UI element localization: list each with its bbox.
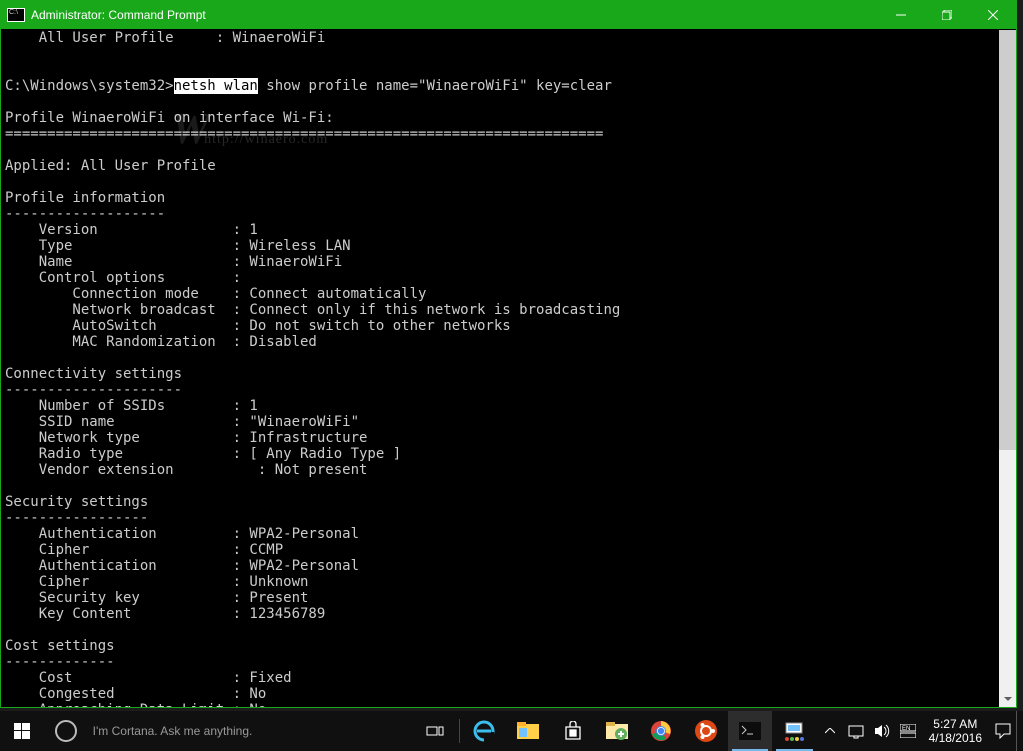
window-title: Administrator: Command Prompt (31, 8, 878, 22)
show-desktop-button[interactable] (1016, 711, 1023, 751)
search-input[interactable]: I'm Cortana. Ask me anything. (89, 711, 413, 751)
taskbar-app-cmd-active[interactable] (728, 711, 772, 751)
cmd-icon (7, 8, 25, 22)
cmd-window: Administrator: Command Prompt All User P… (0, 0, 1017, 708)
start-button[interactable] (0, 711, 44, 751)
taskbar: I'm Cortana. Ask me anything. EN 5:27 AM… (0, 711, 1023, 751)
tray-network-icon[interactable] (843, 711, 869, 751)
titlebar[interactable]: Administrator: Command Prompt (1, 1, 1016, 29)
taskbar-app-edge[interactable] (462, 711, 506, 751)
scrollbar-thumb[interactable] (999, 30, 1016, 450)
clock-date: 4/18/2016 (929, 731, 982, 745)
tray-overflow-icon[interactable] (817, 711, 843, 751)
svg-text:EN: EN (902, 726, 910, 732)
taskbar-app-explorer[interactable] (506, 711, 550, 751)
task-view-button[interactable] (413, 711, 457, 751)
taskbar-app-manager[interactable] (595, 711, 639, 751)
cortana-icon[interactable] (44, 711, 88, 751)
search-placeholder: I'm Cortana. Ask me anything. (93, 724, 253, 738)
scroll-down-button[interactable] (999, 690, 1016, 707)
output-highlight: netsh wlan (174, 78, 258, 94)
console-output[interactable]: All User Profile : WinaeroWiFi C:\Window… (1, 30, 999, 707)
action-center-button[interactable] (990, 711, 1016, 751)
tray-volume-icon[interactable] (869, 711, 895, 751)
taskbar-app-paint[interactable] (772, 711, 816, 751)
maximize-button[interactable] (924, 1, 970, 29)
taskbar-app-store[interactable] (551, 711, 595, 751)
tray-input-icon[interactable]: EN (895, 711, 921, 751)
minimize-button[interactable] (878, 1, 924, 29)
close-button[interactable] (970, 1, 1016, 29)
taskbar-app-ubuntu[interactable] (684, 711, 728, 751)
output-rest: show profile name="WinaeroWiFi" key=clea… (5, 78, 620, 707)
clock-time: 5:27 AM (929, 717, 982, 731)
vertical-scrollbar[interactable] (999, 30, 1016, 707)
taskbar-app-chrome[interactable] (639, 711, 683, 751)
taskbar-divider (459, 719, 460, 743)
tray-clock[interactable]: 5:27 AM 4/18/2016 (921, 717, 990, 745)
